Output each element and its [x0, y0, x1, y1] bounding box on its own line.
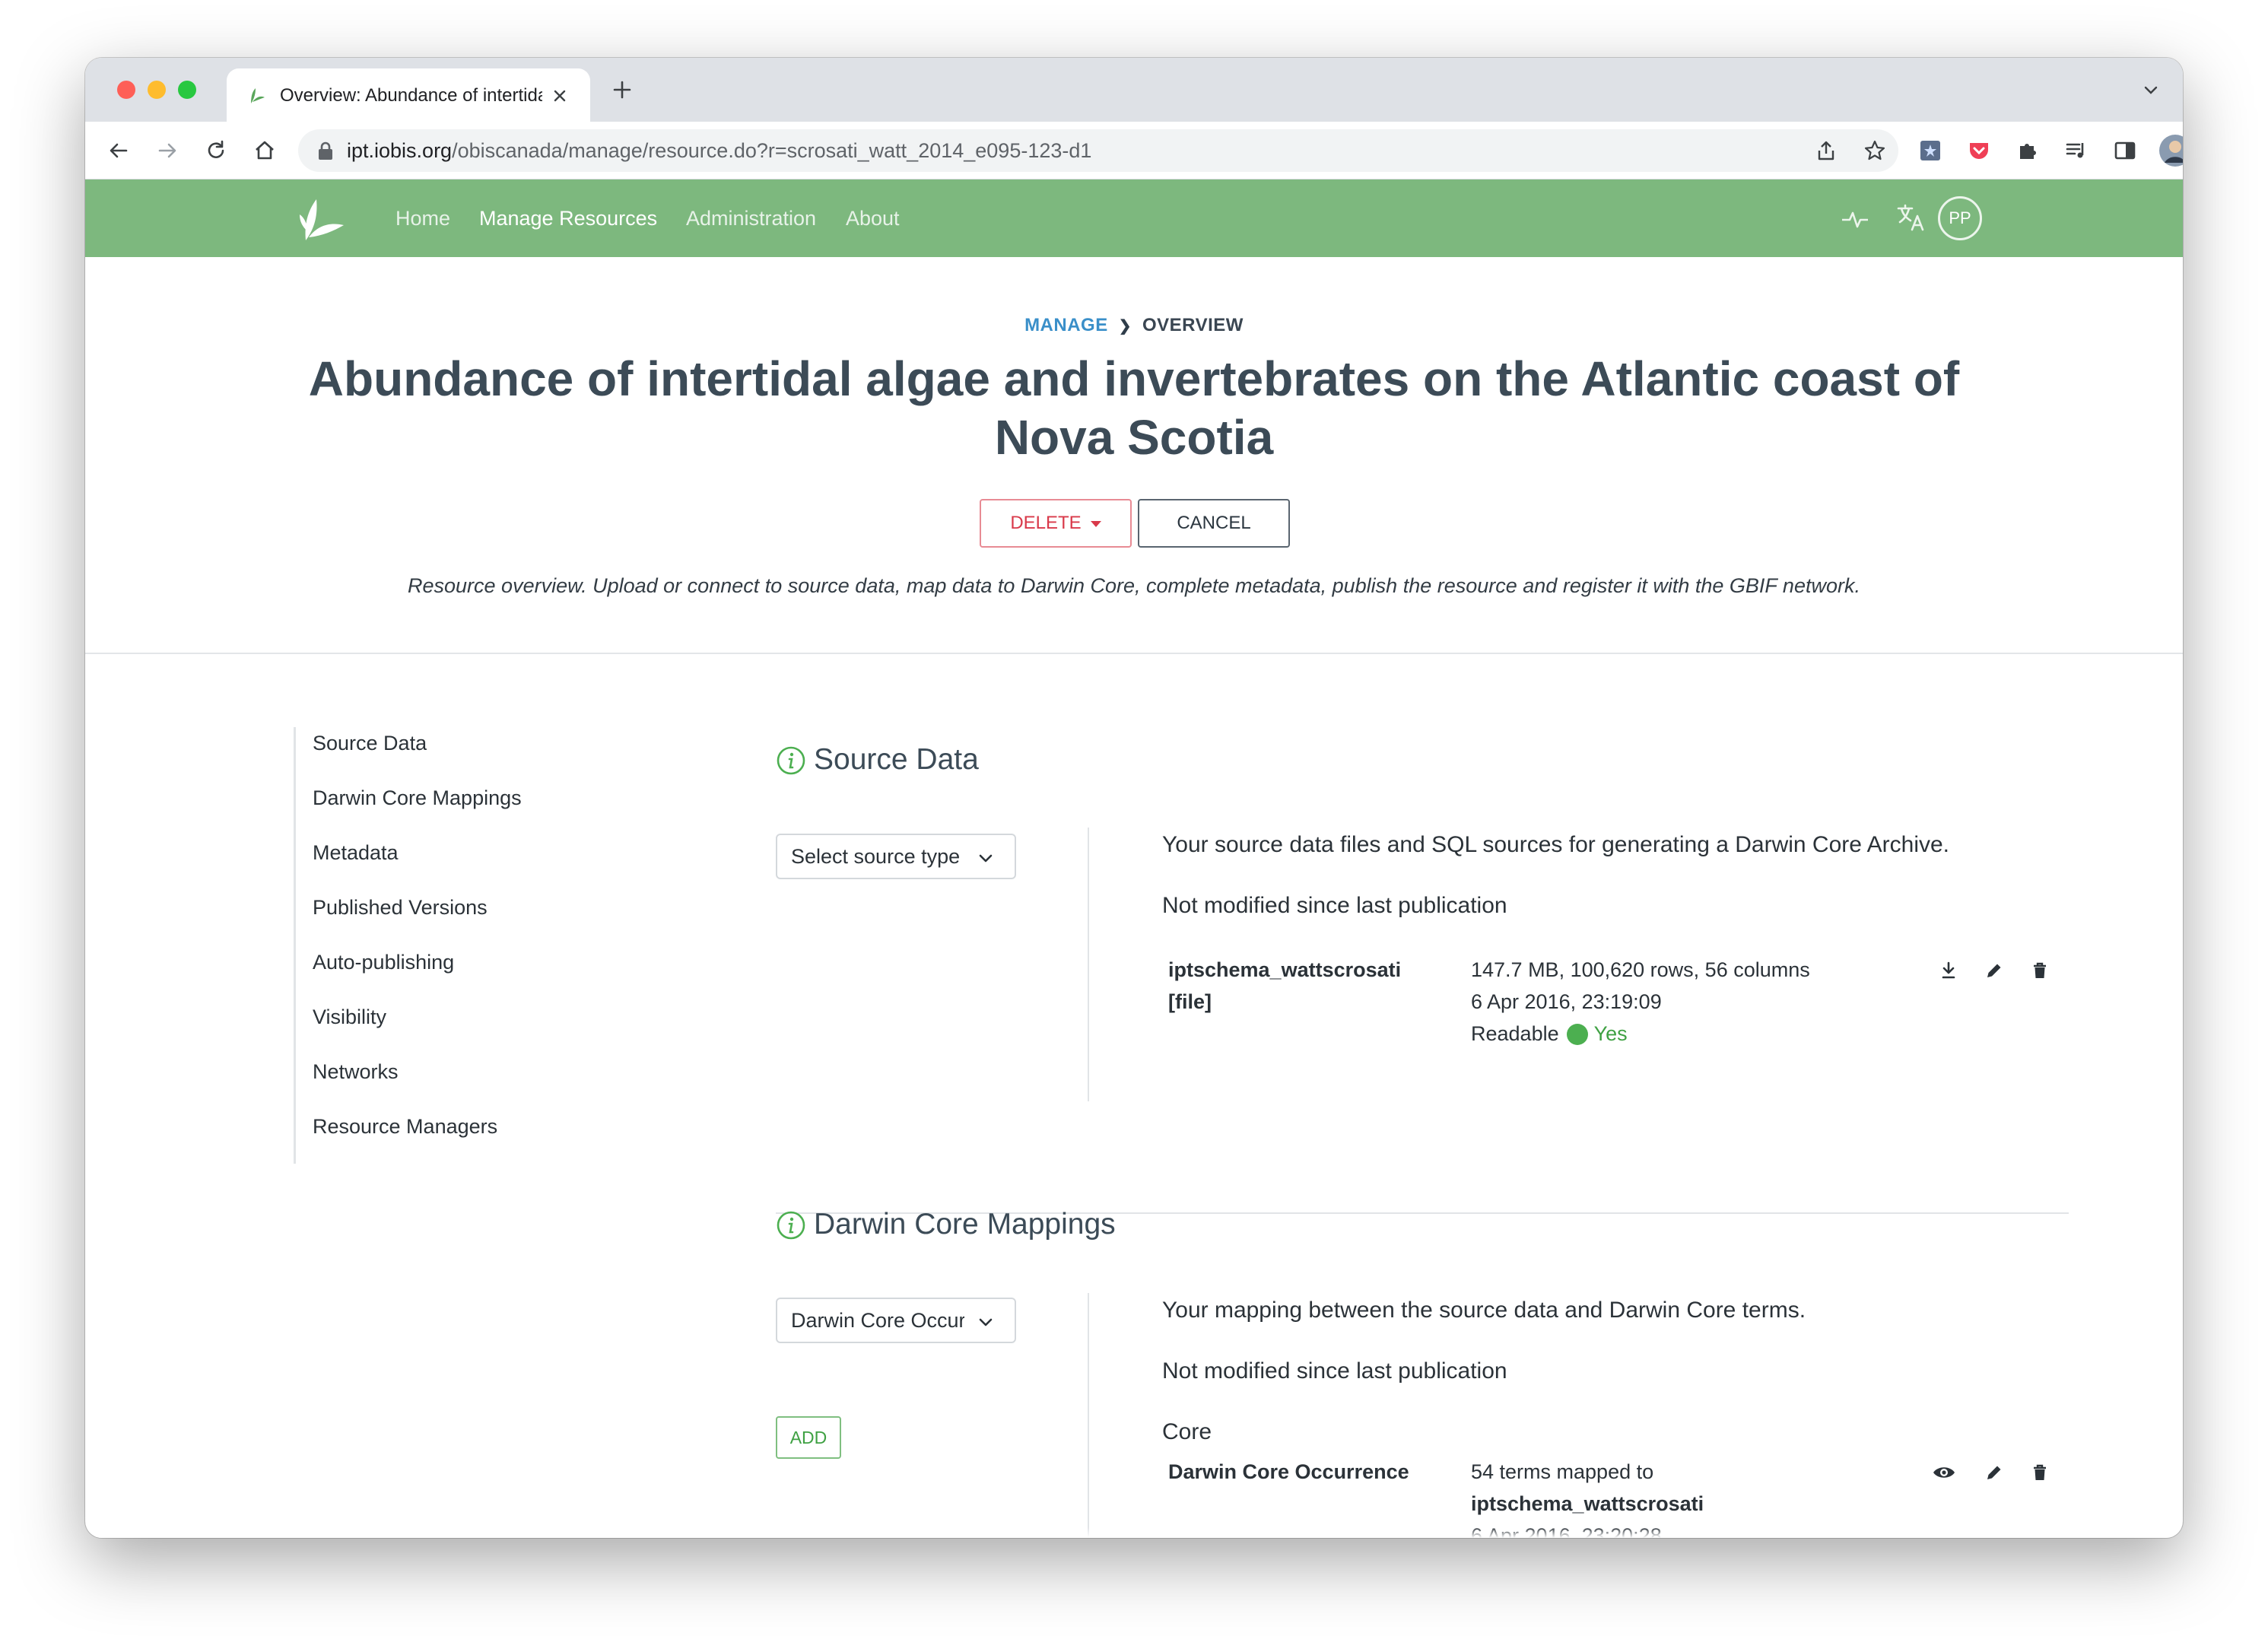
- health-pulse-icon[interactable]: [1841, 207, 1869, 231]
- close-window-button[interactable]: [117, 81, 135, 99]
- view-eye-icon[interactable]: [1932, 1462, 1956, 1483]
- page-title: Abundance of intertidal algae and invert…: [308, 351, 1960, 465]
- source-file-type: [file]: [1168, 990, 1212, 1013]
- browser-tab[interactable]: Overview: Abundance of intertidal algae …: [227, 68, 590, 122]
- url-path: /obiscanada/manage/resource.do?r=scrosat…: [452, 139, 1092, 162]
- nav-manage-resources-link[interactable]: Manage Resources: [479, 204, 657, 233]
- add-mapping-button[interactable]: ADD: [776, 1416, 841, 1459]
- new-tab-icon[interactable]: [610, 78, 634, 102]
- browser-toolbar: ipt.iobis.org/obiscanada/manage/resource…: [85, 122, 2183, 179]
- core-label: Core: [1162, 1419, 1212, 1444]
- ipt-logo-icon[interactable]: [294, 192, 348, 245]
- source-data-info-icon[interactable]: [776, 745, 806, 776]
- header-divider: [85, 653, 2183, 654]
- core-mapping-terms: 54 terms mapped to: [1471, 1460, 1654, 1483]
- site-navbar: Home Manage Resources Administration Abo…: [85, 179, 2183, 257]
- forward-arrow-icon[interactable]: [155, 138, 179, 163]
- address-bar[interactable]: ipt.iobis.org/obiscanada/manage/resource…: [298, 129, 1898, 172]
- reload-icon[interactable]: [204, 138, 228, 163]
- nav-home-link[interactable]: Home: [395, 204, 450, 233]
- tab-title: Overview: Abundance of intertidal algae …: [280, 85, 542, 106]
- edit-mapping-pencil-icon[interactable]: [1984, 1462, 2005, 1483]
- core-mapping-source: iptschema_wattscrosati: [1471, 1492, 1704, 1515]
- url-host: ipt.iobis.org: [347, 139, 453, 162]
- sidenav-item-auto-publishing[interactable]: Auto-publishing: [313, 948, 454, 977]
- source-file-readable: Readable Yes: [1471, 1018, 1628, 1050]
- breadcrumb-current: OVERVIEW: [1142, 315, 1244, 335]
- extensions-puzzle-icon[interactable]: [2015, 138, 2040, 163]
- pocket-icon[interactable]: [1967, 138, 1991, 163]
- breadcrumb-manage-link[interactable]: MANAGE: [1024, 315, 1108, 335]
- source-file-size-info: 147.7 MB, 100,620 rows, 56 columns: [1471, 958, 1810, 981]
- source-type-select[interactable]: Select source type: [776, 834, 1016, 879]
- delete-button-label: DELETE: [1010, 513, 1082, 533]
- core-mapping-name: Darwin Core Occurrence: [1168, 1460, 1409, 1483]
- mappings-info-icon[interactable]: [776, 1210, 806, 1241]
- bookmark-star-icon[interactable]: [1863, 139, 1886, 162]
- url-text: ipt.iobis.org/obiscanada/manage/resource…: [347, 129, 1091, 172]
- nav-administration-link[interactable]: Administration: [686, 204, 816, 233]
- ipt-favicon-icon: [251, 88, 265, 103]
- sidenav-item-resource-managers[interactable]: Resource Managers: [313, 1112, 497, 1141]
- share-icon[interactable]: [1815, 139, 1838, 162]
- media-queue-icon[interactable]: [2064, 138, 2089, 163]
- viewport-bottom-edge: [85, 1527, 2183, 1538]
- source-type-select-value: Select source type: [791, 845, 961, 868]
- source-data-title: Source Data: [814, 743, 979, 776]
- sidenav-item-source-data[interactable]: Source Data: [313, 729, 427, 758]
- home-icon[interactable]: [253, 138, 277, 163]
- breadcrumb-separator-icon: ❯: [1118, 318, 1132, 335]
- mappings-title: Darwin Core Mappings: [814, 1208, 1116, 1241]
- side-panel-icon[interactable]: [2113, 138, 2137, 163]
- readable-label: Readable: [1471, 1022, 1559, 1045]
- mappings-status: Not modified since last publication: [1162, 1358, 1507, 1384]
- user-avatar[interactable]: PP: [1938, 196, 1982, 240]
- sidenav-item-published-versions[interactable]: Published Versions: [313, 893, 488, 922]
- sidenav-item-networks[interactable]: Networks: [313, 1057, 399, 1086]
- browser-window: Overview: Abundance of intertidal algae …: [85, 58, 2183, 1538]
- resource-overview-intro: Resource overview. Upload or connect to …: [408, 574, 1860, 597]
- profile-avatar-icon[interactable]: [2158, 134, 2183, 167]
- tab-strip: Overview: Abundance of intertidal algae …: [85, 58, 2183, 122]
- source-data-status: Not modified since last publication: [1162, 893, 1507, 918]
- maximize-window-button[interactable]: [178, 81, 196, 99]
- bookmark-extension-icon[interactable]: [1918, 138, 1942, 163]
- chevron-down-icon: [979, 854, 993, 863]
- mapping-type-select[interactable]: Darwin Core Occurrence: [776, 1298, 1016, 1343]
- mappings-description: Your mapping between the source data and…: [1162, 1298, 1806, 1323]
- nav-about-link[interactable]: About: [846, 204, 900, 233]
- sidenav-item-metadata[interactable]: Metadata: [313, 838, 399, 867]
- lock-icon[interactable]: [316, 141, 335, 160]
- tab-search-chevron-icon[interactable]: [2142, 81, 2160, 99]
- back-arrow-icon[interactable]: [106, 138, 131, 163]
- cancel-button[interactable]: CANCEL: [1138, 499, 1290, 548]
- readable-status-dot-icon: [1566, 1024, 1588, 1045]
- mappings-column-divider: [1088, 1293, 1089, 1538]
- caret-down-icon: [1090, 520, 1101, 527]
- download-icon[interactable]: [1938, 960, 1959, 981]
- close-tab-icon[interactable]: [549, 85, 570, 106]
- readable-value: Yes: [1593, 1022, 1628, 1045]
- source-data-description: Your source data files and SQL sources f…: [1162, 832, 1949, 857]
- mapping-type-select-value: Darwin Core Occurrence: [791, 1309, 964, 1332]
- delete-button[interactable]: DELETE: [980, 499, 1132, 548]
- source-file-modified: 6 Apr 2016, 23:19:09: [1471, 990, 1662, 1013]
- language-translate-icon[interactable]: [1895, 202, 1926, 233]
- sidenav-item-darwin-core-mappings[interactable]: Darwin Core Mappings: [313, 783, 522, 812]
- sidenav-item-visibility[interactable]: Visibility: [313, 1002, 386, 1031]
- section-sidenav: Source Data Darwin Core Mappings Metadat…: [294, 727, 598, 1164]
- source-file-name: iptschema_wattscrosati: [1168, 958, 1402, 981]
- delete-trash-icon[interactable]: [2029, 960, 2050, 981]
- source-data-column-divider: [1088, 828, 1089, 1101]
- minimize-window-button[interactable]: [148, 81, 166, 99]
- edit-pencil-icon[interactable]: [1984, 960, 2005, 981]
- breadcrumb: MANAGE ❯ OVERVIEW: [85, 313, 2183, 338]
- delete-mapping-trash-icon[interactable]: [2029, 1462, 2050, 1483]
- chevron-down-icon: [979, 1318, 993, 1326]
